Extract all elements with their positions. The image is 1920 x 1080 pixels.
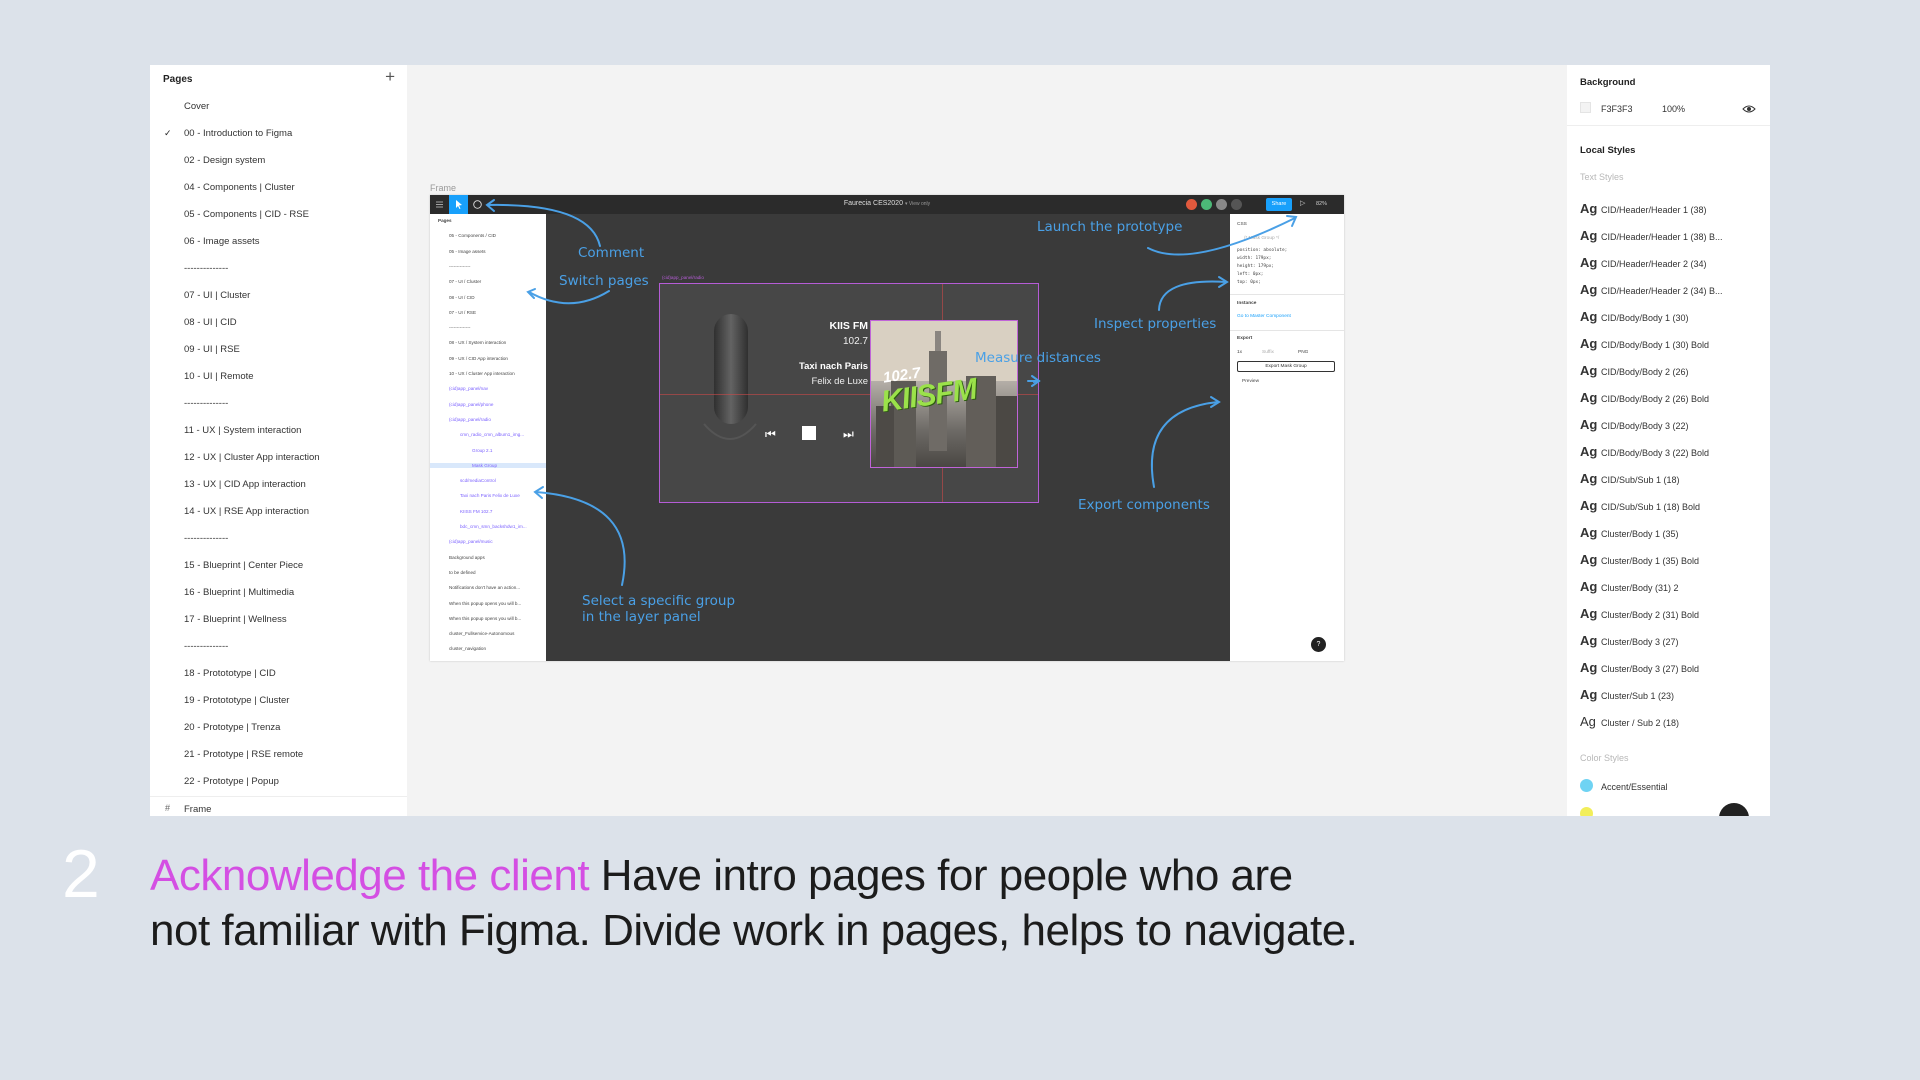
color-style-swatch[interactable] [1580,807,1593,816]
help-icon[interactable] [1719,803,1749,816]
text-style-label: CID/Sub/Sub 1 (18) Bold [1601,502,1701,512]
text-styles-title: Text Styles [1580,172,1624,182]
text-style-preview: Ag [1580,714,1596,729]
text-style-item[interactable]: Ag CID/Header/Header 2 (34) [1580,254,1707,270]
text-style-preview: Ag [1580,444,1598,459]
text-style-preview: Ag [1580,228,1598,243]
text-style-preview: Ag [1580,579,1598,594]
text-style-label: CID/Header/Header 1 (38) B... [1601,232,1723,242]
text-style-preview: Ag [1580,687,1598,702]
text-style-preview: Ag [1580,336,1598,351]
text-style-item[interactable]: Ag Cluster/Body 3 (27) [1580,632,1679,648]
caption-highlight: Acknowledge the client [150,851,590,900]
text-style-preview: Ag [1580,525,1598,540]
text-style-item[interactable]: Ag CID/Sub/Sub 1 (18) Bold [1580,497,1701,513]
text-style-item[interactable]: Ag CID/Body/Body 2 (26) Bold [1580,389,1710,405]
text-style-item[interactable]: Ag CID/Header/Header 2 (34) B... [1580,281,1723,297]
text-style-label: CID/Body/Body 1 (30) [1601,313,1689,323]
annotation-launch-prototype: Launch the prototype [1037,219,1183,235]
text-style-item[interactable]: Ag CID/Header/Header 1 (38) [1580,200,1707,216]
color-style-label[interactable]: Accent/Essential [1601,782,1668,792]
annotation-inspect-properties: Inspect properties [1094,316,1217,332]
text-style-item[interactable]: Ag CID/Body/Body 2 (26) [1580,362,1689,378]
caption-text-line1: Have intro pages for people who are [589,851,1293,900]
text-style-label: Cluster / Sub 2 (18) [1601,718,1680,728]
caption-text-line2: not familiar with Figma. Divide work in … [150,906,1358,955]
text-style-item[interactable]: Ag Cluster/Body 3 (27) Bold [1580,659,1700,675]
background-opacity[interactable]: 100% [1662,104,1685,114]
text-style-label: Cluster/Sub 1 (23) [1601,691,1675,701]
text-style-label: CID/Header/Header 1 (38) [1601,205,1707,215]
text-style-label: Cluster/Body (31) 2 [1601,583,1679,593]
eye-icon[interactable] [1742,102,1756,120]
text-style-label: CID/Body/Body 2 (26) [1601,367,1689,377]
text-style-label: CID/Body/Body 3 (22) [1601,421,1689,431]
text-style-preview: Ag [1580,498,1598,513]
text-style-item[interactable]: Ag CID/Sub/Sub 1 (18) [1580,470,1680,486]
text-style-label: Cluster/Body 2 (31) Bold [1601,610,1700,620]
text-style-item[interactable]: Ag Cluster / Sub 2 (18) [1580,713,1680,729]
text-style-label: Cluster/Body 3 (27) [1601,637,1679,647]
text-style-preview: Ag [1580,606,1598,621]
local-styles-title: Local Styles [1580,145,1636,156]
text-style-preview: Ag [1580,255,1598,270]
text-style-preview: Ag [1580,633,1598,648]
annotation-comment: Comment [578,245,645,261]
text-style-preview: Ag [1580,471,1598,486]
text-style-label: CID/Body/Body 2 (26) Bold [1601,394,1710,404]
text-style-item[interactable]: Ag CID/Body/Body 3 (22) [1580,416,1689,432]
text-style-item[interactable]: Ag CID/Body/Body 1 (30) [1580,308,1689,324]
text-style-preview: Ag [1580,309,1598,324]
color-styles-title: Color Styles [1580,753,1629,763]
annotation-select-group-line2: in the layer panel [582,609,701,625]
color-style-swatch[interactable] [1580,779,1593,792]
background-swatch[interactable] [1580,102,1591,113]
annotation-export-components: Export components [1078,497,1210,513]
text-style-label: CID/Body/Body 3 (22) Bold [1601,448,1710,458]
text-style-preview: Ag [1580,390,1598,405]
slide-caption: Acknowledge the client Have intro pages … [150,848,1470,958]
text-style-item[interactable]: Ag Cluster/Body 1 (35) Bold [1580,551,1700,567]
text-style-item[interactable]: Ag CID/Header/Header 1 (38) B... [1580,227,1723,243]
text-style-label: CID/Header/Header 2 (34) B... [1601,286,1723,296]
text-style-preview: Ag [1580,660,1598,675]
text-style-label: Cluster/Body 1 (35) Bold [1601,556,1700,566]
background-title: Background [1580,77,1636,88]
text-style-label: CID/Sub/Sub 1 (18) [1601,475,1680,485]
text-style-label: CID/Body/Body 1 (30) Bold [1601,340,1710,350]
text-style-preview: Ag [1580,363,1598,378]
text-style-preview: Ag [1580,417,1598,432]
text-style-item[interactable]: Ag Cluster/Body 2 (31) Bold [1580,605,1700,621]
slide-number: 2 [62,836,100,912]
text-style-label: Cluster/Body 3 (27) Bold [1601,664,1700,674]
background-hex[interactable]: F3F3F3 [1601,104,1633,114]
design-panel: Background F3F3F3 100% Local Styles Text… [1567,65,1770,816]
text-style-preview: Ag [1580,282,1598,297]
text-style-label: CID/Header/Header 2 (34) [1601,259,1707,269]
annotation-select-group: Select a specific group [582,593,736,609]
text-style-preview: Ag [1580,552,1598,567]
text-style-item[interactable]: Ag Cluster/Body (31) 2 [1580,578,1679,594]
text-style-label: Cluster/Body 1 (35) [1601,529,1679,539]
text-style-item[interactable]: Ag Cluster/Sub 1 (23) [1580,686,1675,702]
annotation-switch-pages: Switch pages [559,273,649,289]
text-style-item[interactable]: Ag CID/Body/Body 1 (30) Bold [1580,335,1710,351]
annotation-measure-distances: Measure distances [975,350,1101,366]
text-style-item[interactable]: Ag CID/Body/Body 3 (22) Bold [1580,443,1710,459]
text-style-item[interactable]: Ag Cluster/Body 1 (35) [1580,524,1679,540]
text-style-preview: Ag [1580,201,1598,216]
